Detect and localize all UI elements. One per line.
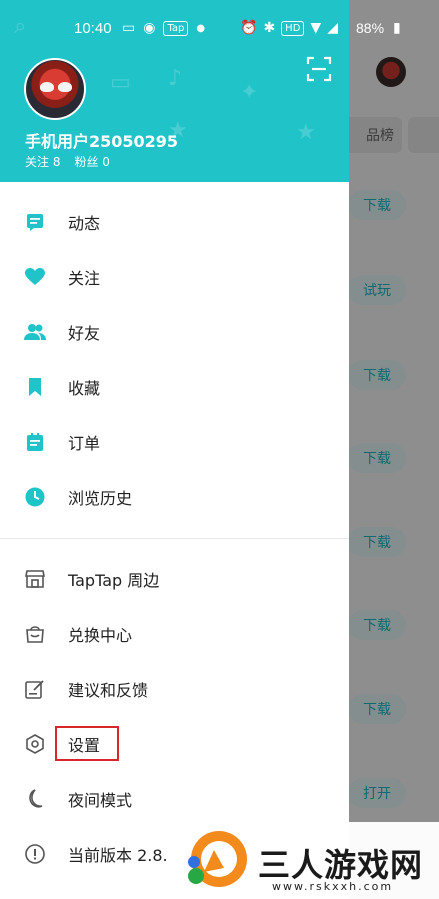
settings-highlight-box [55, 726, 119, 761]
menu-item-night-mode[interactable]: 夜间模式 [0, 773, 349, 825]
avatar-eye [40, 82, 54, 92]
clock-icon [24, 486, 46, 508]
status-system-icons: ⏰ ✱ HD ▼ ◢ [240, 20, 338, 36]
navigation-drawer: ⌕ ♪ ★ ✦ ▭ ★ 手机用户25050295 关注 8 粉丝 0 动态 关注… [0, 0, 349, 899]
menu-label: 浏览历史 [68, 489, 133, 508]
record-icon: ◉ [143, 20, 156, 36]
hd-badge: HD [281, 20, 305, 36]
menu-label: 夜间模式 [68, 791, 133, 810]
decor-music-icon: ♪ [168, 66, 183, 91]
scan-qr-button[interactable] [306, 56, 332, 82]
menu-label: 订单 [68, 434, 101, 453]
username[interactable]: 手机用户25050295 [25, 128, 178, 152]
follow-stats: 关注 8 粉丝 0 [25, 153, 110, 170]
menu-item-redeem[interactable]: 兑换中心 [0, 608, 349, 660]
watermark-logo-icon [188, 831, 247, 887]
menu-item-feedback[interactable]: 建议和反馈 [0, 663, 349, 715]
watermark-url: www.rskxxh.com [272, 880, 394, 893]
menu-label: 关注 [68, 269, 101, 288]
bookmark-icon [24, 376, 46, 398]
site-watermark: 三人游戏网 www.rskxxh.com [176, 822, 439, 899]
menu-item-following[interactable]: 关注 [0, 251, 349, 303]
info-icon [24, 843, 46, 865]
card-icon: ▭ [122, 20, 136, 36]
following-count[interactable]: 关注 8 [25, 153, 60, 170]
heart-icon [24, 266, 46, 288]
dot-icon: ● [196, 22, 206, 34]
followers-count[interactable]: 粉丝 0 [74, 153, 109, 170]
battery-icon: ▮ [393, 20, 401, 36]
menu-label: 兑换中心 [68, 626, 133, 645]
decor-ticket-icon: ▭ [110, 70, 131, 95]
status-bar: 10:40 ▭ ◉ Tap ● ⏰ ✱ HD ▼ ◢ 88% ▮ [0, 15, 439, 41]
menu-item-feed[interactable]: 动态 [0, 196, 349, 248]
status-notifications: ▭ ◉ Tap ● [122, 20, 205, 36]
menu-label: 收藏 [68, 379, 101, 398]
menu-item-history[interactable]: 浏览历史 [0, 471, 349, 523]
menu-item-merch[interactable]: TapTap 周边 [0, 553, 349, 605]
menu-item-favorites[interactable]: 收藏 [0, 361, 349, 413]
order-icon [24, 431, 46, 453]
moon-icon [24, 788, 46, 810]
feedback-icon [24, 678, 46, 700]
menu-item-settings[interactable]: 设置 [0, 718, 349, 770]
friends-icon [24, 321, 46, 343]
avatar-eye [58, 82, 72, 92]
status-time: 10:40 [74, 19, 112, 37]
menu-label: 动态 [68, 214, 101, 233]
menu-label: 当前版本 2.8. [68, 846, 168, 865]
tap-badge: Tap [163, 20, 189, 36]
scan-icon [306, 56, 332, 82]
menu-label: TapTap 周边 [68, 571, 160, 590]
menu-label: 好友 [68, 324, 101, 343]
menu-item-orders[interactable]: 订单 [0, 416, 349, 468]
menu-label: 建议和反馈 [68, 681, 149, 700]
decor-gamepad-icon: ✦ [240, 80, 259, 105]
wifi-icon: ▼ [310, 20, 322, 36]
shop-icon [24, 568, 46, 590]
menu-item-friends[interactable]: 好友 [0, 306, 349, 358]
bag-icon [24, 623, 46, 645]
feed-icon [24, 211, 46, 233]
alarm-icon: ⏰ [240, 20, 258, 36]
settings-icon [24, 733, 46, 755]
user-avatar[interactable] [24, 58, 86, 120]
menu-divider [0, 538, 349, 539]
decor-star-icon: ★ [296, 120, 316, 145]
signal-icon: ◢ [327, 20, 338, 36]
battery-level: 88% [356, 20, 385, 36]
bluetooth-icon: ✱ [263, 20, 276, 36]
